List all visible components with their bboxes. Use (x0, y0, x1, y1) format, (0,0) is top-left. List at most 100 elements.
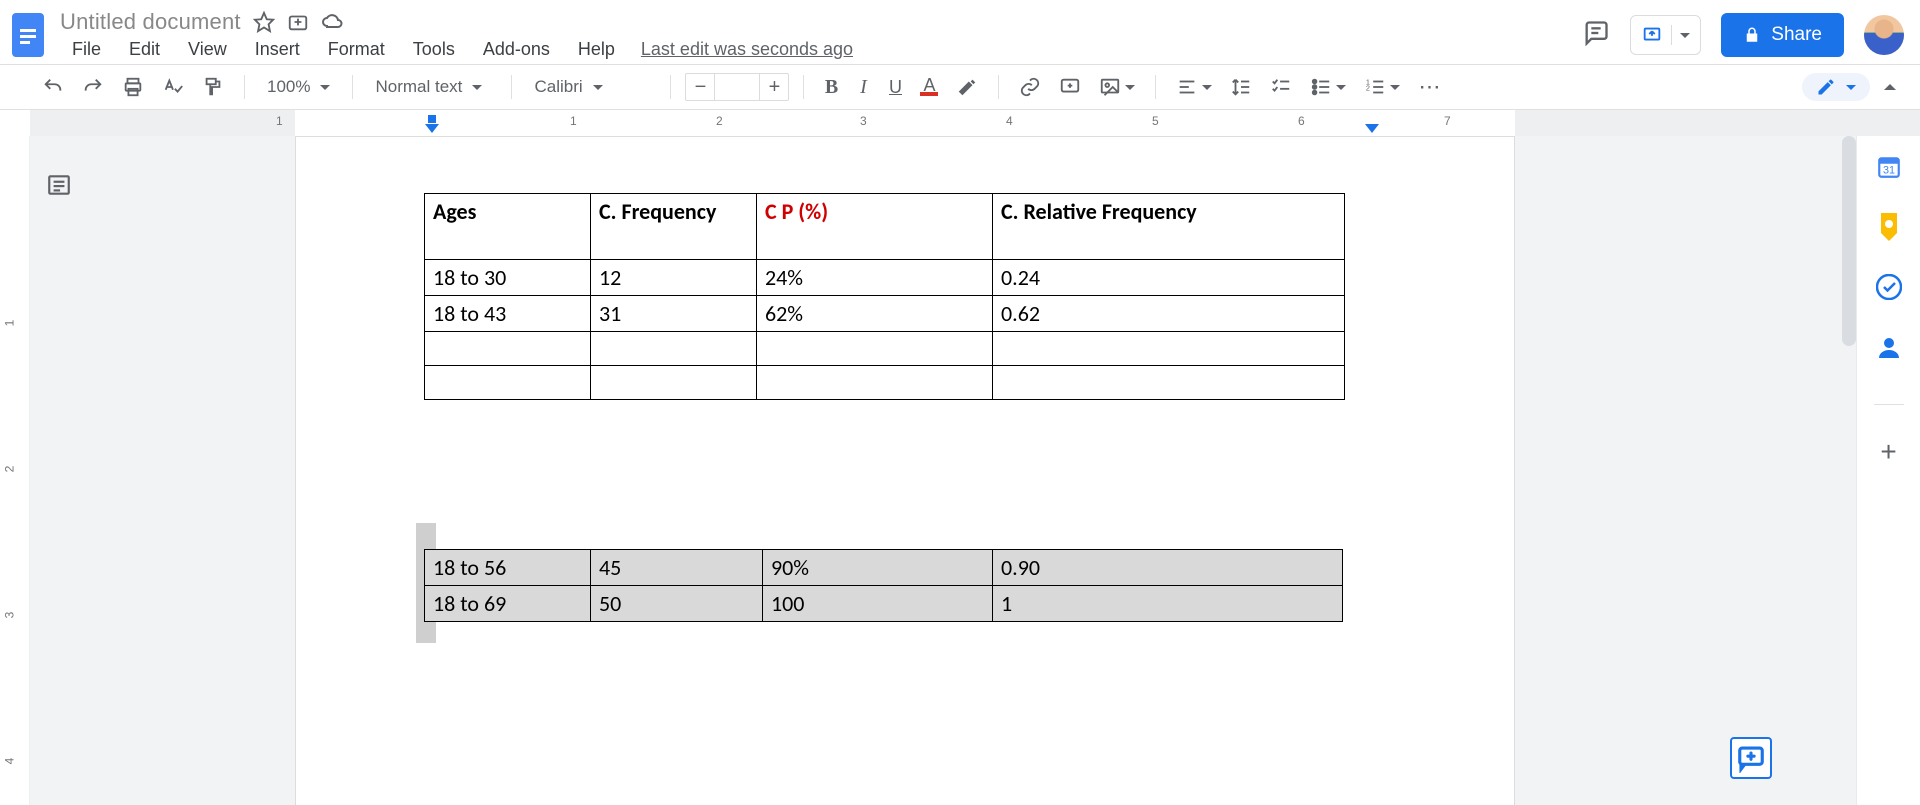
vruler-tick: 3 (2, 612, 16, 619)
tasks-icon[interactable] (1876, 274, 1902, 300)
right-indent-marker[interactable] (1365, 124, 1379, 133)
table-selected-rows[interactable]: 18 to 564590%0.90 18 to 69501001 (424, 549, 1343, 622)
menu-addons[interactable]: Add-ons (471, 37, 562, 62)
print-button[interactable] (116, 72, 150, 102)
menu-help[interactable]: Help (566, 37, 627, 62)
ruler-tick: 4 (1006, 114, 1013, 128)
checklist-button[interactable] (1264, 72, 1298, 102)
divider (1671, 25, 1672, 45)
add-comment-button[interactable] (1053, 72, 1087, 102)
ruler-area: 1 1 2 3 4 5 6 7 (30, 110, 1920, 136)
menu-format[interactable]: Format (316, 37, 397, 62)
text-color-glyph: A (923, 78, 935, 92)
star-icon[interactable] (253, 11, 275, 33)
text-color-swatch (920, 92, 938, 96)
table-cumulative-frequency[interactable]: Ages C. Frequency C P (%) C. Relative Fr… (424, 193, 1345, 400)
table-cell[interactable]: 90% (763, 550, 993, 586)
font-size-increase[interactable]: + (760, 74, 788, 100)
align-button[interactable] (1170, 72, 1218, 102)
paragraph-style-select[interactable]: Normal text (367, 73, 497, 101)
first-line-indent-marker[interactable] (428, 115, 436, 123)
table-cell[interactable]: 18 to 30 (425, 260, 591, 296)
font-size-input[interactable] (714, 74, 760, 100)
menu-edit[interactable]: Edit (117, 37, 172, 62)
scrollbar-thumb[interactable] (1842, 136, 1856, 346)
text-color-button[interactable]: A (914, 74, 944, 100)
contacts-icon[interactable] (1876, 334, 1902, 360)
table-cell[interactable] (591, 332, 757, 366)
document-canvas[interactable]: Ages C. Frequency C P (%) C. Relative Fr… (30, 136, 1856, 805)
font-size-decrease[interactable]: − (686, 74, 714, 100)
redo-button[interactable] (76, 72, 110, 102)
table-cell[interactable] (425, 332, 591, 366)
vertical-ruler[interactable]: 1 2 3 4 (0, 136, 30, 805)
share-button[interactable]: Share (1721, 13, 1844, 57)
account-avatar[interactable] (1864, 15, 1904, 55)
ruler-page-bg (295, 110, 1515, 136)
table-cell[interactable]: 18 to 43 (425, 296, 591, 332)
menu-view[interactable]: View (176, 37, 239, 62)
open-comments-icon[interactable] (1582, 19, 1610, 52)
zoom-select[interactable]: 100% (259, 73, 338, 101)
menu-tools[interactable]: Tools (401, 37, 467, 62)
table-cell[interactable]: 45 (591, 550, 763, 586)
keep-icon[interactable] (1876, 214, 1902, 240)
table-cell[interactable]: 50 (591, 586, 763, 622)
menu-file[interactable]: File (60, 37, 113, 62)
chevron-down-icon (1846, 85, 1856, 90)
table-cell[interactable]: 18 to 69 (425, 586, 591, 622)
table-cell[interactable]: 24% (757, 260, 993, 296)
table-cell[interactable]: 0.62 (993, 296, 1345, 332)
italic-button[interactable]: I (850, 72, 876, 103)
table-cell[interactable]: 62% (757, 296, 993, 332)
horizontal-ruler[interactable]: 1 1 2 3 4 5 6 7 (0, 110, 1920, 136)
present-button[interactable] (1630, 15, 1701, 55)
table-header[interactable]: C. Relative Frequency (993, 194, 1345, 260)
last-edit-link[interactable]: Last edit was seconds ago (631, 37, 863, 62)
table-cell[interactable]: 0.24 (993, 260, 1345, 296)
insert-link-button[interactable] (1013, 72, 1047, 102)
bulleted-list-button[interactable] (1304, 72, 1352, 102)
undo-button[interactable] (36, 72, 70, 102)
table-cell[interactable]: 18 to 56 (425, 550, 591, 586)
table-cell[interactable]: 31 (591, 296, 757, 332)
editing-mode-button[interactable] (1802, 73, 1870, 101)
table-cell[interactable] (591, 366, 757, 400)
line-spacing-button[interactable] (1224, 72, 1258, 102)
table-cell[interactable] (425, 366, 591, 400)
table-cell[interactable] (757, 366, 993, 400)
collapse-toolbar-icon[interactable] (1884, 84, 1896, 90)
table-cell[interactable] (993, 332, 1345, 366)
present-icon (1641, 24, 1663, 46)
insert-image-button[interactable] (1093, 72, 1141, 102)
font-select[interactable]: Calibri (526, 73, 656, 101)
calendar-icon[interactable]: 31 (1876, 154, 1902, 180)
table-cell[interactable]: 100 (763, 586, 993, 622)
move-icon[interactable] (287, 11, 309, 33)
table-header[interactable]: C. Frequency (591, 194, 757, 260)
table-header[interactable]: Ages (425, 194, 591, 260)
title-column: Untitled document File Edit View Insert … (60, 9, 863, 62)
table-cell[interactable]: 1 (993, 586, 1343, 622)
menu-insert[interactable]: Insert (243, 37, 312, 62)
add-comment-fab[interactable] (1730, 737, 1772, 779)
spellcheck-button[interactable] (156, 72, 190, 102)
table-cell[interactable] (757, 332, 993, 366)
table-header[interactable]: C P (%) (757, 194, 993, 260)
underline-button[interactable]: U (882, 73, 908, 102)
paint-format-button[interactable] (196, 72, 230, 102)
cloud-status-icon[interactable] (321, 12, 345, 32)
numbered-list-button[interactable]: 12 (1358, 72, 1406, 102)
table-cell[interactable] (993, 366, 1345, 400)
table-cell[interactable]: 12 (591, 260, 757, 296)
docs-logo[interactable] (8, 9, 48, 61)
document-title-input[interactable]: Untitled document (60, 9, 241, 35)
highlight-button[interactable] (950, 72, 984, 102)
get-addons-button[interactable]: + (1876, 439, 1902, 465)
table-cell[interactable]: 0.90 (993, 550, 1343, 586)
document-page[interactable]: Ages C. Frequency C P (%) C. Relative Fr… (295, 136, 1515, 805)
separator (670, 75, 671, 99)
left-indent-marker[interactable] (425, 124, 439, 133)
bold-button[interactable]: B (818, 72, 844, 103)
more-button[interactable]: ⋯ (1412, 70, 1449, 104)
